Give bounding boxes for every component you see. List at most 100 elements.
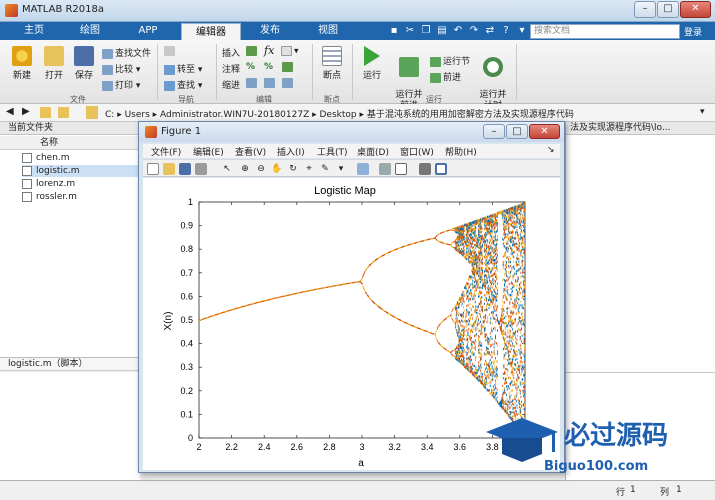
browse-folder-icon[interactable] (58, 107, 69, 118)
run-section-icon (430, 56, 441, 67)
tab-plots[interactable]: 绘图 (70, 22, 110, 40)
comment-button[interactable]: 注释 (222, 62, 240, 75)
advance-button[interactable]: 前进 (430, 70, 461, 83)
run-advance-icon (399, 57, 419, 77)
details-bar[interactable]: logistic.m（脚本） (0, 357, 140, 371)
switch-windows-icon[interactable]: ⇄ (484, 25, 496, 37)
up-folder-icon[interactable] (40, 107, 51, 118)
tab-apps[interactable]: APP (128, 22, 168, 40)
tab-publish[interactable]: 发布 (248, 22, 292, 40)
rotate-3d-icon[interactable]: ↻ (287, 163, 299, 175)
close-button[interactable]: ✕ (680, 1, 711, 18)
compare-icon (102, 64, 113, 75)
indent-button[interactable]: 缩进 (222, 78, 240, 91)
cut-icon[interactable]: ✂ (404, 25, 416, 37)
new-button[interactable]: 新建 (8, 46, 36, 81)
name-column-header[interactable]: 名称 (0, 136, 140, 150)
figure-maximize-button[interactable]: □ (506, 124, 528, 139)
data-cursor-icon[interactable]: ⌖ (303, 163, 315, 175)
back-arrow-icon[interactable]: ◀ (6, 106, 14, 117)
open-button[interactable]: 打开 (40, 46, 68, 81)
zoom-in-icon[interactable]: ⊕ (239, 163, 251, 175)
tab-editor[interactable]: 编辑器 (181, 23, 241, 40)
figure-minimize-button[interactable]: – (483, 124, 505, 139)
colorbar-icon[interactable] (379, 163, 391, 175)
fx-insert-function[interactable]: fx (264, 44, 274, 57)
show-plot-tools-icon[interactable] (435, 163, 447, 175)
menu-help[interactable]: 帮助(H) (445, 145, 477, 158)
file-item-chen[interactable]: chen.m (22, 152, 140, 164)
breakpoints-button[interactable]: 断点 (316, 46, 348, 81)
save-figure-icon[interactable] (179, 163, 191, 175)
print-figure-icon[interactable] (195, 163, 207, 175)
hide-plot-tools-icon[interactable] (419, 163, 431, 175)
smart-indent-icon[interactable] (246, 78, 259, 89)
figure-close-button[interactable]: ✕ (529, 124, 560, 139)
run-label: 运行 (362, 71, 381, 81)
breadcrumb-c[interactable]: C: (105, 110, 114, 120)
forward-arrow-icon[interactable]: ▶ (22, 106, 30, 117)
percent-comment-icon[interactable]: % (246, 62, 255, 72)
compare-button[interactable]: 比较 ▾ (102, 62, 140, 75)
save-quick-icon[interactable]: ▪ (388, 25, 400, 37)
legend-icon[interactable] (395, 163, 407, 175)
brush-icon[interactable]: ✎ (319, 163, 331, 175)
run-section-label: 运行节 (443, 57, 471, 67)
quick-access-menu-icon[interactable]: ▾ (516, 25, 528, 37)
insert-function-icon[interactable]: ▾ (281, 46, 299, 57)
pan-hand-icon[interactable]: ✋ (271, 163, 283, 175)
tab-bar: 主页 绘图 APP 编辑器 发布 视图 ▪ ✂ ❐ ▤ ↶ ↷ ⇄ ? ▾ 搜索… (0, 22, 715, 40)
pointer-icon[interactable]: ↖ (221, 163, 233, 175)
menu-insert[interactable]: 插入(I) (277, 145, 305, 158)
menu-file[interactable]: 文件(F) (151, 145, 181, 158)
copy-icon[interactable]: ❐ (420, 25, 432, 37)
zoom-out-icon[interactable]: ⊖ (255, 163, 267, 175)
menu-window[interactable]: 窗口(W) (400, 145, 434, 158)
save-button[interactable]: 保存 (70, 46, 98, 81)
m-file-icon (22, 192, 32, 202)
undo-icon[interactable]: ↶ (452, 25, 464, 37)
help-icon[interactable]: ? (500, 25, 512, 37)
print-button[interactable]: 打印 ▾ (102, 78, 140, 91)
uncomment-icon[interactable]: % (264, 62, 273, 72)
file-item-lorenz[interactable]: lorenz.m (22, 178, 140, 190)
find-button[interactable]: 查找 ▾ (164, 78, 202, 91)
menu-desktop[interactable]: 桌面(D) (357, 145, 389, 158)
menu-tools[interactable]: 工具(T) (317, 145, 348, 158)
new-figure-icon[interactable] (147, 163, 159, 175)
nav-group-label: 导航 (178, 95, 194, 104)
file-item-logistic[interactable]: logistic.m (22, 165, 140, 177)
address-dropdown-icon[interactable]: ▾ (700, 107, 705, 117)
paste-icon[interactable]: ▤ (436, 25, 448, 37)
search-docs-input[interactable]: 搜索文档 (530, 24, 680, 39)
figure-title-bar[interactable]: Figure 1 – □ ✕ (139, 122, 564, 142)
open-file-icon[interactable] (163, 163, 175, 175)
breadcrumb-folder[interactable]: 基于混沌系统的用用加密解密方法及实现源程序代码 (367, 110, 574, 120)
maximize-button[interactable]: □ (657, 1, 679, 18)
redo-icon[interactable]: ↷ (468, 25, 480, 37)
file-item-rossler[interactable]: rossler.m (22, 191, 140, 203)
increase-indent-icon[interactable] (264, 78, 277, 89)
insert-button[interactable]: 插入 (222, 46, 240, 59)
insert-section-icon[interactable] (246, 46, 259, 57)
save-disk-icon (74, 46, 94, 66)
tab-home[interactable]: 主页 (14, 22, 54, 40)
y-tick-label: 0.7 (180, 268, 193, 278)
run-button[interactable]: 运行 (358, 46, 386, 81)
run-section-button[interactable]: 运行节 (430, 54, 470, 67)
goto-button[interactable]: 转至 ▾ (164, 62, 202, 75)
minimize-button[interactable]: – (634, 1, 656, 18)
breadcrumb-admin[interactable]: Administrator.WIN7U-20180127Z (160, 110, 309, 120)
login-link[interactable]: 登录 (684, 25, 702, 38)
tab-view[interactable]: 视图 (306, 22, 350, 40)
menu-edit[interactable]: 编辑(E) (193, 145, 224, 158)
breadcrumb-desktop[interactable]: Desktop (320, 110, 357, 120)
menu-view[interactable]: 查看(V) (235, 145, 266, 158)
link-plot-icon[interactable] (357, 163, 369, 175)
wrap-comment-icon[interactable] (282, 62, 295, 73)
find-files-button[interactable]: 查找文件 (102, 46, 151, 59)
breadcrumb-users[interactable]: Users (125, 110, 150, 120)
brush-dropdown-icon[interactable]: ▾ (335, 163, 347, 175)
decrease-indent-icon[interactable] (282, 78, 295, 89)
menu-dock-icon[interactable]: ↘ (547, 145, 555, 155)
